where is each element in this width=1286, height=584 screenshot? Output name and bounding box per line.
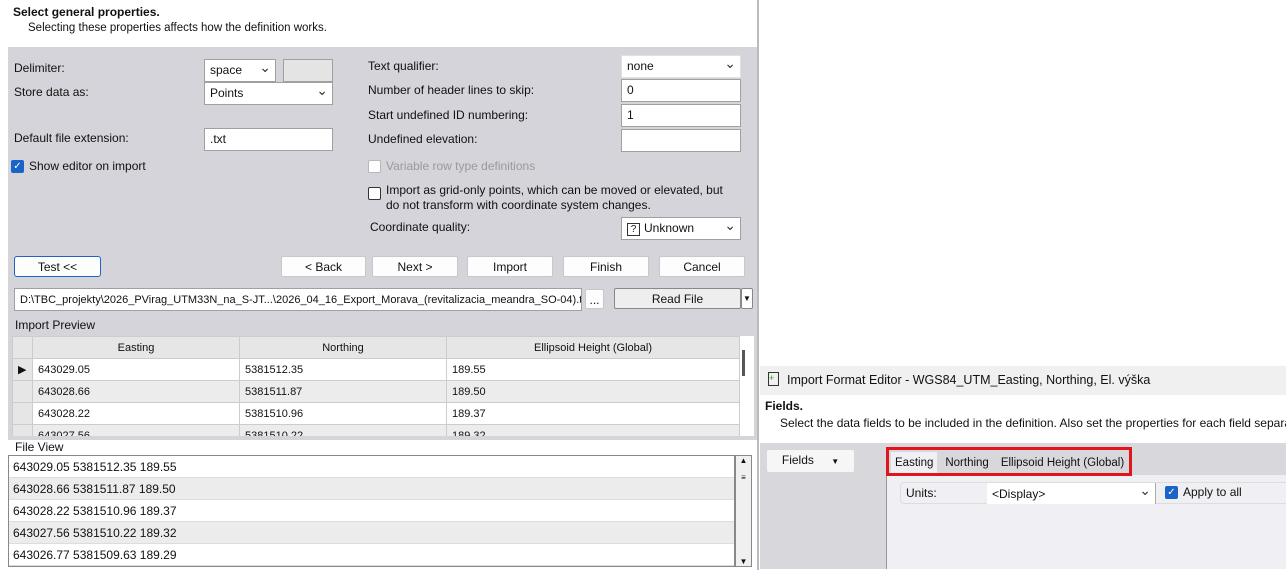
- checkbox-icon: [368, 160, 381, 174]
- fields-button[interactable]: Fields ▼: [767, 450, 854, 472]
- store-data-select[interactable]: Points: [204, 82, 333, 105]
- start-id-label: Start undefined ID numbering:: [368, 108, 529, 122]
- undefined-elevation-input[interactable]: [621, 129, 741, 152]
- cell: 643029.05: [32, 358, 240, 381]
- fields-button-label: Fields: [781, 453, 814, 467]
- editor-title-bar: + Import Format Editor - WGS84_UTM_Easti…: [760, 366, 1286, 395]
- checkmark-icon: ✓: [11, 160, 24, 174]
- coordinate-quality-select[interactable]: ? Unknown: [621, 217, 741, 240]
- file-view-label: File View: [15, 440, 64, 454]
- file-line: 643029.05 5381512.35 189.55: [9, 456, 734, 478]
- file-view-scrollbar[interactable]: ▲ ≡ ▼: [735, 455, 752, 567]
- file-extension-label: Default file extension:: [14, 131, 129, 145]
- read-file-button[interactable]: Read File: [614, 288, 741, 309]
- editor-title: Import Format Editor - WGS84_UTM_Easting…: [787, 373, 1151, 387]
- file-extension-input[interactable]: .txt: [204, 128, 333, 151]
- table-row[interactable]: 643028.66 5381511.87 189.50: [12, 380, 740, 403]
- file-line: 643026.77 5381509.63 189.29: [9, 544, 734, 566]
- column-header-height[interactable]: Ellipsoid Height (Global): [446, 336, 740, 359]
- row-selector: [12, 380, 33, 403]
- page-subtitle: Selecting these properties affects how t…: [28, 22, 327, 34]
- question-icon: ?: [627, 223, 640, 236]
- tab-northing[interactable]: Northing: [941, 452, 992, 473]
- next-button[interactable]: Next >: [372, 256, 458, 277]
- table-row[interactable]: 643028.22 5381510.96 189.37: [12, 402, 740, 425]
- file-path-input[interactable]: D:\TBC_projekty\2026_PVirag_UTM33N_na_S-…: [14, 288, 582, 311]
- general-properties-header: Select general properties. Selecting the…: [0, 0, 757, 47]
- import-preview-label: Import Preview: [15, 318, 96, 332]
- scroll-thumb[interactable]: ≡: [736, 473, 751, 482]
- text-qualifier-select[interactable]: none: [621, 55, 741, 78]
- delimiter-select[interactable]: space: [204, 59, 276, 82]
- fields-section-title: Fields.: [765, 399, 804, 413]
- fields-description: Select the data fields to be included in…: [780, 416, 1286, 430]
- scroll-up-icon[interactable]: ▲: [736, 456, 751, 465]
- checkmark-icon: ✓: [1165, 486, 1178, 500]
- finish-button[interactable]: Finish: [563, 256, 649, 277]
- preview-scrollbar[interactable]: [742, 350, 745, 376]
- cell: 5381511.87: [239, 380, 447, 403]
- store-data-label: Store data as:: [14, 85, 89, 99]
- field-tabs: Easting Northing Ellipsoid Height (Globa…: [886, 447, 1132, 476]
- cell: 5381512.35: [239, 358, 447, 381]
- import-button[interactable]: Import: [467, 256, 553, 277]
- apply-to-all-label: Apply to all: [1183, 485, 1242, 499]
- import-document-icon: +: [768, 372, 779, 386]
- row-selector-icon: ▶: [12, 358, 33, 381]
- checkbox-icon: [368, 187, 381, 200]
- variable-row-checkbox[interactable]: Variable row type definitions: [368, 159, 536, 174]
- column-header-easting[interactable]: Easting: [32, 336, 240, 359]
- units-label: Units:: [906, 486, 937, 500]
- variable-row-label: Variable row type definitions: [386, 159, 536, 173]
- apply-to-all-checkbox[interactable]: ✓ Apply to all: [1165, 485, 1242, 500]
- cell: 189.55: [446, 358, 740, 381]
- table-row[interactable]: 643027.56 5381510.22 189.32: [12, 424, 740, 436]
- units-select[interactable]: <Display>: [987, 483, 1156, 504]
- column-header-northing[interactable]: Northing: [239, 336, 447, 359]
- cell: 643028.66: [32, 380, 240, 403]
- text-qualifier-label: Text qualifier:: [368, 59, 439, 73]
- grid-only-checkbox[interactable]: Import as grid-only points, which can be…: [368, 183, 738, 213]
- cell: 5381510.22: [239, 424, 447, 436]
- file-line: 643028.22 5381510.96 189.37: [9, 500, 734, 522]
- coordinate-quality-value: Unknown: [644, 221, 695, 235]
- header-lines-input[interactable]: 0: [621, 79, 741, 102]
- cell: 643027.56: [32, 424, 240, 436]
- cell: 5381510.96: [239, 402, 447, 425]
- page-title: Select general properties.: [13, 5, 160, 19]
- show-editor-label: Show editor on import: [29, 159, 146, 173]
- cell: 189.37: [446, 402, 740, 425]
- table-row[interactable]: ▶ 643029.05 5381512.35 189.55: [12, 358, 740, 381]
- cell: 643028.22: [32, 402, 240, 425]
- caret-down-icon: ▼: [831, 457, 840, 466]
- cell: 189.32: [446, 424, 740, 436]
- dialog-divider: [757, 0, 759, 570]
- tab-ellipsoid-height[interactable]: Ellipsoid Height (Global): [997, 452, 1128, 473]
- delimiter-label: Delimiter:: [14, 61, 65, 75]
- read-file-dropdown[interactable]: ▼: [741, 288, 753, 309]
- header-lines-label: Number of header lines to skip:: [368, 83, 535, 97]
- coordinate-quality-label: Coordinate quality:: [370, 220, 471, 234]
- row-selector: [12, 424, 33, 436]
- tab-easting[interactable]: Easting: [891, 452, 938, 473]
- browse-button[interactable]: ...: [585, 289, 604, 309]
- cell: 189.50: [446, 380, 740, 403]
- scroll-down-icon[interactable]: ▼: [736, 557, 751, 566]
- test-button[interactable]: Test <<: [14, 256, 101, 277]
- row-selector: [12, 402, 33, 425]
- import-preview-table: Easting Northing Ellipsoid Height (Globa…: [12, 336, 754, 436]
- back-button[interactable]: < Back: [281, 256, 366, 277]
- file-view-list: 643029.05 5381512.35 189.55 643028.66 53…: [8, 455, 735, 567]
- undefined-elevation-label: Undefined elevation:: [368, 132, 478, 146]
- cancel-button[interactable]: Cancel: [659, 256, 745, 277]
- grid-only-label: Import as grid-only points, which can be…: [386, 183, 723, 212]
- row-header: [12, 336, 33, 359]
- delimiter-custom-input[interactable]: [283, 59, 333, 82]
- file-line: 643027.56 5381510.22 189.32: [9, 522, 734, 544]
- file-line: 643028.66 5381511.87 189.50: [9, 478, 734, 500]
- start-id-input[interactable]: 1: [621, 104, 741, 127]
- show-editor-checkbox[interactable]: ✓ Show editor on import: [11, 159, 146, 174]
